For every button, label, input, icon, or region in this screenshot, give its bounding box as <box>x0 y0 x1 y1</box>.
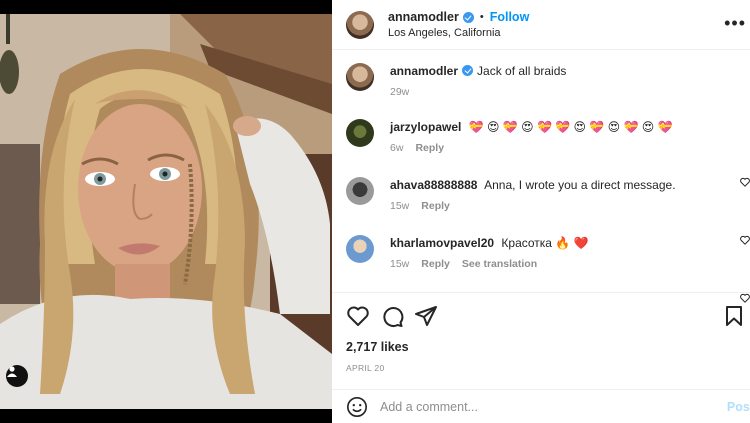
likes-count[interactable]: 2,717 likes <box>346 340 409 354</box>
like-comment-heart-icon[interactable] <box>740 177 750 187</box>
comment-icon[interactable] <box>380 304 404 328</box>
smiley-icon[interactable] <box>346 396 368 418</box>
post-location[interactable]: Los Angeles, California <box>388 27 529 39</box>
comment-age: 6w <box>390 142 404 154</box>
post-header: annamodler • Follow Los Angeles, Califor… <box>332 0 750 50</box>
bookmark-icon[interactable] <box>722 304 746 328</box>
action-bar <box>332 292 750 338</box>
verified-badge-icon <box>462 11 474 23</box>
comment-avatar[interactable] <box>346 235 374 263</box>
post-comment-button[interactable]: Post <box>727 400 750 414</box>
comment-item: kharlamovpavel20 Красотка 🔥 ❤️ 15w Reply… <box>346 235 589 270</box>
comment-text: Красотка 🔥 ❤️ <box>501 236 589 250</box>
see-translation-link[interactable]: See translation <box>462 258 537 270</box>
comment-item: jarzylopawel 💝 😍 💝 😍 💝 💝 😍 💝 😍 💝 😍 💝 6w … <box>346 119 673 154</box>
comment-item: ahava88888888 Anna, I wrote you a direct… <box>346 177 676 212</box>
more-options-icon[interactable]: ••• <box>724 13 746 34</box>
reply-button[interactable]: Reply <box>421 258 450 270</box>
heart-icon[interactable] <box>346 304 370 328</box>
comment-username[interactable]: kharlamovpavel20 <box>390 236 494 250</box>
comment-text: Anna, I wrote you a direct message. <box>484 178 676 192</box>
post-panel: annamodler • Follow Los Angeles, Califor… <box>332 0 750 423</box>
reply-button[interactable]: Reply <box>421 200 450 212</box>
like-comment-heart-icon[interactable] <box>740 235 750 245</box>
reply-button[interactable]: Reply <box>415 142 444 154</box>
comment-text: 💝 😍 💝 😍 💝 💝 😍 💝 😍 💝 😍 💝 <box>468 120 673 134</box>
comment-age: 15w <box>390 258 410 270</box>
separator-dot: • <box>479 11 484 23</box>
comment-age: 15w <box>390 200 410 212</box>
paper-plane-icon[interactable] <box>414 304 438 328</box>
caption-avatar[interactable] <box>346 63 374 91</box>
comments-list: annamodler Jack of all braids 29w jarzylo… <box>332 50 750 303</box>
comment-username[interactable]: jarzylopawel <box>390 120 461 134</box>
caption: annamodler Jack of all braids 29w <box>346 63 566 98</box>
post-date: APRIL 20 <box>346 363 385 373</box>
portrait-illustration <box>0 14 332 409</box>
photo-pane <box>0 0 332 423</box>
comment-username[interactable]: ahava88888888 <box>390 178 477 192</box>
comment-avatar[interactable] <box>346 119 374 147</box>
post-photo[interactable] <box>0 14 332 409</box>
author-username[interactable]: annamodler <box>388 10 459 24</box>
verified-badge-icon <box>462 65 474 76</box>
caption-age: 29w <box>390 86 410 98</box>
add-comment-bar: Post <box>332 389 750 423</box>
comment-input[interactable] <box>380 399 710 414</box>
caption-text: Jack of all braids <box>477 64 567 78</box>
caption-username[interactable]: annamodler <box>390 64 458 78</box>
comment-avatar[interactable] <box>346 177 374 205</box>
author-avatar[interactable] <box>346 10 374 39</box>
user-tag-icon[interactable] <box>6 365 28 387</box>
follow-button[interactable]: Follow <box>490 10 530 24</box>
